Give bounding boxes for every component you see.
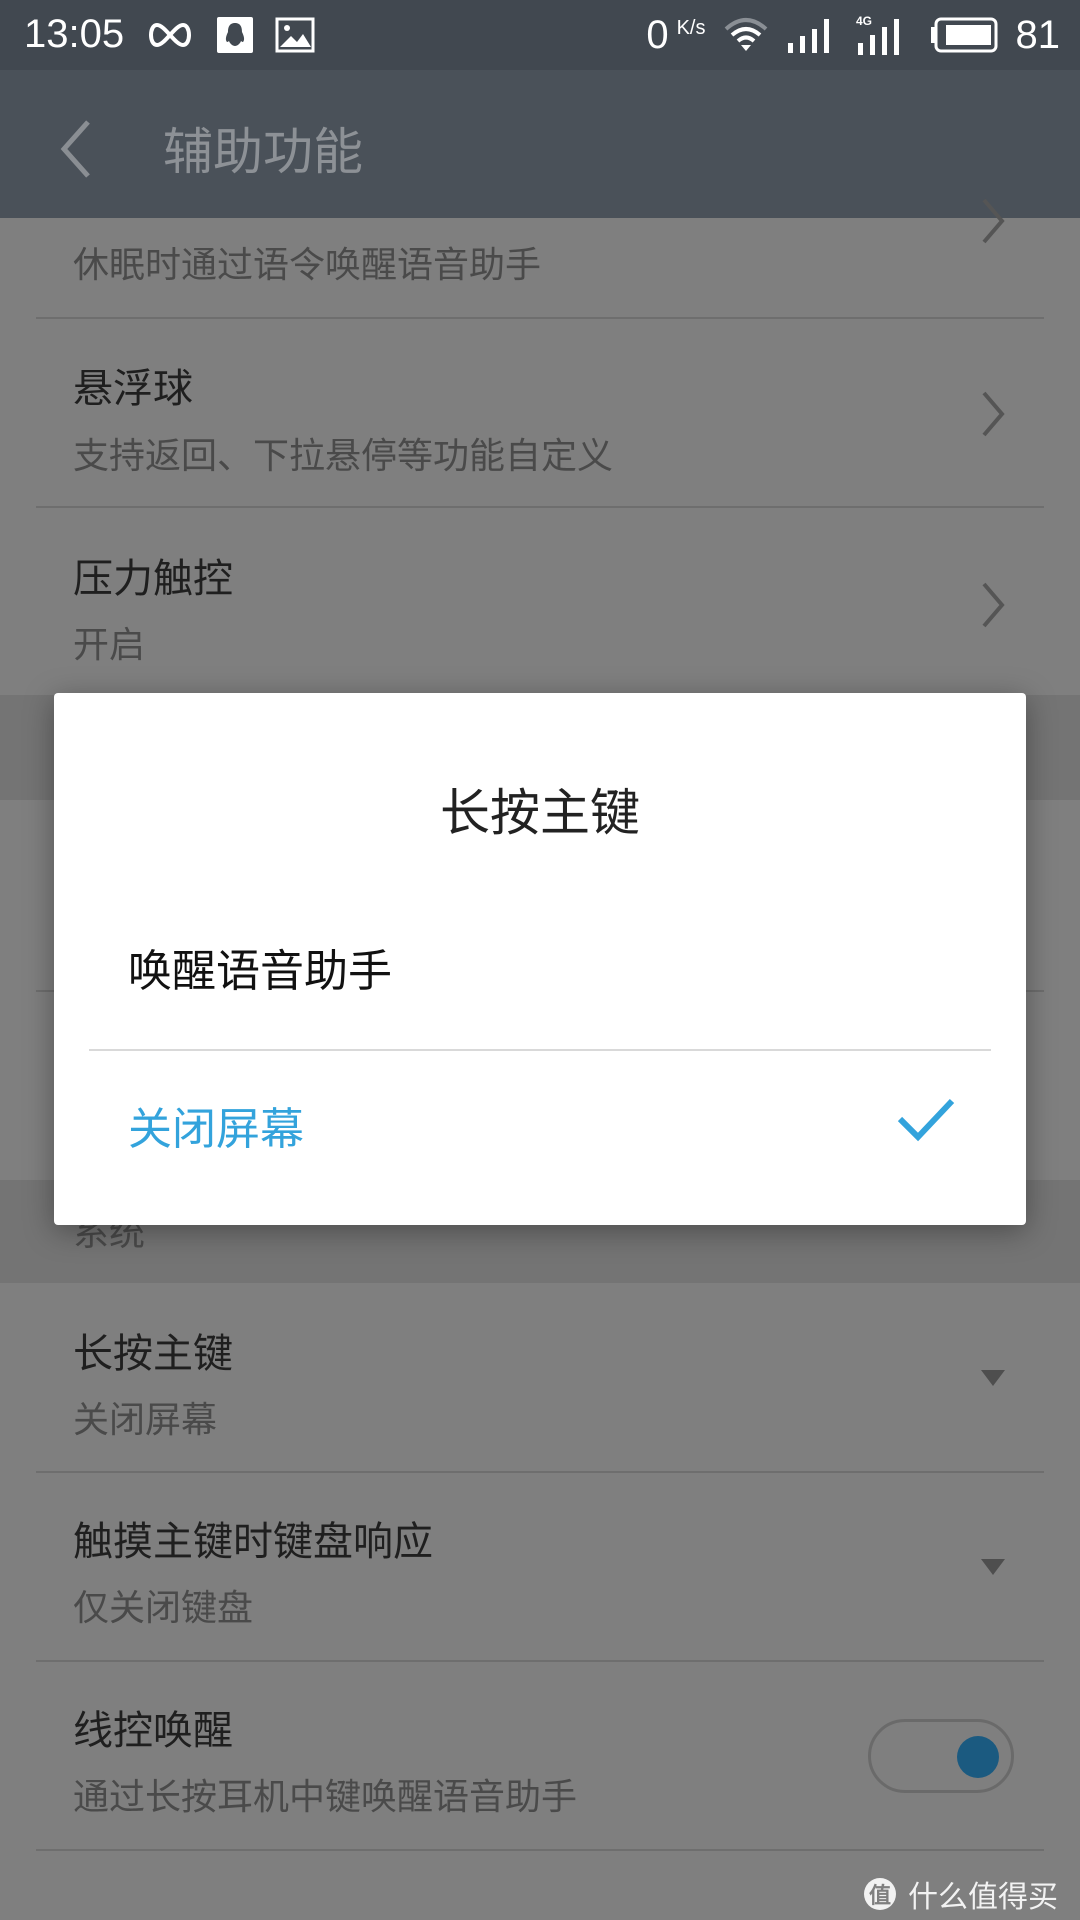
app-header: 辅助功能 [0, 70, 1080, 218]
list-item-subtitle: 休眠时通过语令唤醒语音助手 [73, 245, 542, 286]
list-item-home-keyboard-response[interactable]: 触摸主键时键盘响应 仅关闭键盘 [0, 1473, 1080, 1660]
network-speed: 0 K/s [646, 13, 705, 58]
status-time: 13:05 [24, 12, 125, 56]
watermark: 值 什么值得买 [864, 1872, 1058, 1916]
chevron-right-icon [982, 582, 1005, 628]
svg-text:4G: 4G [856, 15, 872, 28]
dialog-title: 长按主键 [440, 784, 640, 842]
long-press-home-dialog: 长按主键 唤醒语音助手 关闭屏幕 [54, 693, 1026, 1225]
chevron-right-icon [982, 198, 1005, 244]
list-item-title: 长按主键 [73, 1331, 233, 1377]
list-item-pressure-touch[interactable]: 压力触控 开启 [0, 508, 1080, 695]
qq-icon [217, 17, 253, 53]
list-item-long-press-home[interactable]: 长按主键 关闭屏幕 [0, 1283, 1080, 1470]
chevron-left-icon[interactable] [50, 114, 110, 184]
battery-percent: 81 [1015, 12, 1061, 57]
option-turn-off-screen[interactable]: 关闭屏幕 [54, 1051, 1026, 1191]
status-right: 0 K/s 4G 81 [646, 10, 1060, 60]
network-speed-unit: K/s [676, 16, 706, 39]
image-icon [275, 17, 315, 53]
list-item-title: 压力触控 [73, 556, 233, 602]
wifi-icon [724, 18, 767, 51]
list-item-title: 线控唤醒 [73, 1708, 233, 1754]
checkmark-icon [897, 1098, 955, 1142]
list-item-subtitle: 仅关闭键盘 [73, 1588, 254, 1629]
divider [36, 1849, 1044, 1851]
dropdown-arrow-icon [981, 1370, 1005, 1386]
chevron-right-icon [982, 391, 1005, 437]
list-item-title: 悬浮球 [73, 366, 193, 412]
battery-icon [930, 17, 997, 53]
wire-wake-toggle[interactable] [868, 1719, 1014, 1793]
option-label: 关闭屏幕 [128, 1104, 304, 1155]
option-label: 唤醒语音助手 [128, 946, 392, 997]
list-item-subtitle: 关闭屏幕 [73, 1400, 218, 1441]
network-speed-value: 0 [646, 12, 669, 57]
list-item-title: 触摸主键时键盘响应 [73, 1519, 433, 1565]
dropdown-arrow-icon [981, 1559, 1005, 1575]
watermark-logo-icon: 值 [864, 1878, 896, 1910]
page-title: 辅助功能 [163, 123, 363, 181]
signal-4g-icon: 4G [856, 15, 899, 55]
list-item-floating-ball[interactable]: 悬浮球 支持返回、下拉悬停等功能自定义 [0, 319, 1080, 506]
status-bar: 13:05 0 K/s 4G 81 [0, 0, 1080, 70]
list-item-voice-wake[interactable]: 休眠时通过语令唤醒语音助手 [0, 198, 1080, 318]
infinity-icon [149, 22, 191, 48]
option-wake-voice-assistant[interactable]: 唤醒语音助手 [54, 893, 1026, 1033]
watermark-text: 什么值得买 [908, 1880, 1058, 1915]
signal-icon [787, 19, 829, 53]
list-item-subtitle: 开启 [73, 625, 146, 666]
list-item-subtitle: 通过长按耳机中键唤醒语音助手 [73, 1777, 578, 1818]
list-item-wire-control-wake[interactable]: 线控唤醒 通过长按耳机中键唤醒语音助手 [0, 1662, 1080, 1849]
notification-icons [145, 17, 315, 53]
list-item-subtitle: 支持返回、下拉悬停等功能自定义 [73, 436, 614, 477]
toggle-knob [957, 1736, 999, 1778]
